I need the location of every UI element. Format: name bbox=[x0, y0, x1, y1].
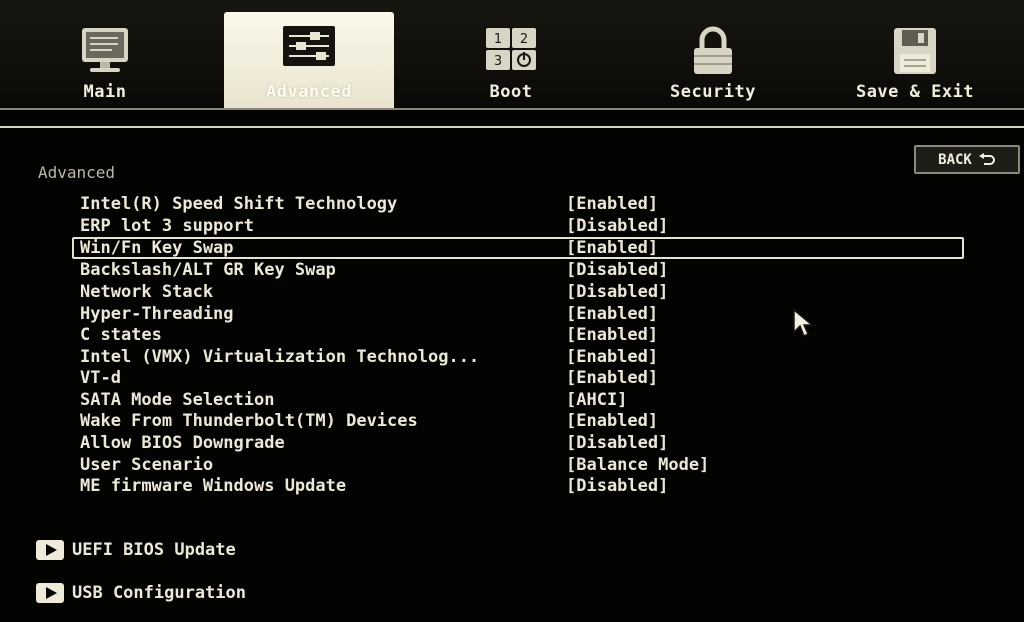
setting-value[interactable]: [Enabled] bbox=[566, 239, 658, 257]
setting-name: SATA Mode Selection bbox=[80, 390, 275, 410]
tab-main-label: Main bbox=[83, 82, 127, 102]
setting-name: Intel(R) Speed Shift Technology bbox=[80, 194, 398, 214]
play-arrow-icon bbox=[36, 540, 64, 560]
back-label: BACK bbox=[938, 151, 972, 168]
play-arrow-icon bbox=[36, 583, 64, 603]
setting-value[interactable]: [Disabled] bbox=[566, 259, 668, 281]
tab-advanced[interactable]: Advanced bbox=[224, 12, 394, 108]
setting-row-bios-downgrade[interactable]: Allow BIOS Downgrade [Disabled] bbox=[72, 432, 964, 454]
setting-name: ME firmware Windows Update bbox=[80, 476, 347, 496]
setting-row-erp-lot3[interactable]: ERP lot 3 support [Disabled] bbox=[72, 215, 964, 237]
submenu-label: USB Configuration bbox=[72, 583, 246, 603]
setting-value[interactable]: [Disabled] bbox=[566, 432, 668, 454]
setting-name: Win/Fn Key Swap bbox=[80, 238, 234, 258]
setting-value[interactable]: [Enabled] bbox=[566, 324, 658, 346]
tab-boot-label: Boot bbox=[489, 82, 533, 102]
monitor-icon bbox=[82, 28, 128, 72]
svg-text:3: 3 bbox=[494, 54, 502, 69]
tab-divider bbox=[0, 108, 1024, 110]
back-button[interactable]: BACK bbox=[914, 145, 1020, 174]
setting-name: Allow BIOS Downgrade bbox=[80, 433, 285, 453]
tab-save-exit[interactable]: Save & Exit bbox=[830, 12, 1000, 108]
header-divider bbox=[0, 126, 1024, 128]
setting-row-wake-thunderbolt[interactable]: Wake From Thunderbolt(TM) Devices [Enabl… bbox=[72, 410, 964, 432]
setting-name: User Scenario bbox=[80, 455, 214, 475]
setting-row-win-fn-key-swap[interactable]: Win/Fn Key Swap [Enabled] bbox=[72, 237, 964, 259]
setting-row-hyper-threading[interactable]: Hyper-Threading [Enabled] bbox=[72, 303, 964, 325]
setting-name: Hyper-Threading bbox=[80, 304, 234, 324]
setting-name: Wake From Thunderbolt(TM) Devices bbox=[80, 411, 418, 431]
setting-name: ERP lot 3 support bbox=[80, 216, 254, 236]
setting-value[interactable]: [Enabled] bbox=[566, 346, 658, 368]
setting-value[interactable]: [Enabled] bbox=[566, 193, 658, 215]
setting-value[interactable]: [Enabled] bbox=[566, 367, 658, 389]
tab-security-label: Security bbox=[670, 82, 756, 102]
sliders-icon bbox=[283, 26, 335, 66]
tab-security[interactable]: Security bbox=[628, 12, 798, 108]
svg-text:2: 2 bbox=[520, 32, 528, 47]
setting-row-vmx[interactable]: Intel (VMX) Virtualization Technolog... … bbox=[72, 346, 964, 368]
tab-save-exit-label: Save & Exit bbox=[855, 82, 975, 102]
setting-row-user-scenario[interactable]: User Scenario [Balance Mode] bbox=[72, 454, 964, 476]
setting-row-network-stack[interactable]: Network Stack [Disabled] bbox=[72, 281, 964, 303]
setting-name: C states bbox=[80, 325, 162, 345]
tab-main[interactable]: Main bbox=[20, 12, 190, 108]
setting-value[interactable]: [Disabled] bbox=[566, 281, 668, 303]
setting-row-speed-shift[interactable]: Intel(R) Speed Shift Technology [Enabled… bbox=[72, 193, 964, 215]
setting-name: Backslash/ALT GR Key Swap bbox=[80, 260, 336, 280]
mouse-pointer-icon bbox=[793, 308, 815, 338]
setting-row-vt-d[interactable]: VT-d [Enabled] bbox=[72, 367, 964, 389]
setting-value[interactable]: [Enabled] bbox=[566, 410, 658, 432]
section-title: Advanced bbox=[38, 163, 116, 182]
submenu-uefi-bios-update[interactable]: UEFI BIOS Update bbox=[36, 538, 236, 562]
setting-row-c-states[interactable]: C states [Enabled] bbox=[72, 324, 964, 346]
setting-value[interactable]: [Disabled] bbox=[566, 215, 668, 237]
setting-name: Intel (VMX) Virtualization Technolog... bbox=[80, 347, 480, 367]
setting-value[interactable]: [Enabled] bbox=[566, 303, 658, 325]
setting-row-backslash-altgr[interactable]: Backslash/ALT GR Key Swap [Disabled] bbox=[72, 259, 964, 281]
floppy-disk-icon bbox=[894, 28, 936, 74]
tab-advanced-label: Advanced bbox=[266, 82, 352, 102]
setting-row-me-firmware[interactable]: ME firmware Windows Update [Disabled] bbox=[72, 475, 964, 497]
back-arrow-icon bbox=[978, 152, 995, 165]
setting-name: VT-d bbox=[80, 368, 121, 388]
submenu-usb-configuration[interactable]: USB Configuration bbox=[36, 581, 246, 605]
tab-boot[interactable]: 1 2 3 Boot bbox=[426, 12, 596, 108]
boot-grid-icon: 1 2 3 bbox=[486, 28, 536, 70]
svg-text:1: 1 bbox=[494, 32, 502, 47]
setting-value[interactable]: [Balance Mode] bbox=[566, 454, 709, 476]
setting-name: Network Stack bbox=[80, 282, 214, 302]
setting-value[interactable]: [Disabled] bbox=[566, 475, 668, 497]
submenu-label: UEFI BIOS Update bbox=[72, 540, 236, 560]
setting-row-sata-mode[interactable]: SATA Mode Selection [AHCI] bbox=[72, 389, 964, 411]
top-tab-bar: Main Advanced 1 2 3 Boot Security Save &… bbox=[0, 0, 1024, 108]
padlock-icon bbox=[694, 26, 732, 74]
setting-value[interactable]: [AHCI] bbox=[566, 389, 627, 411]
